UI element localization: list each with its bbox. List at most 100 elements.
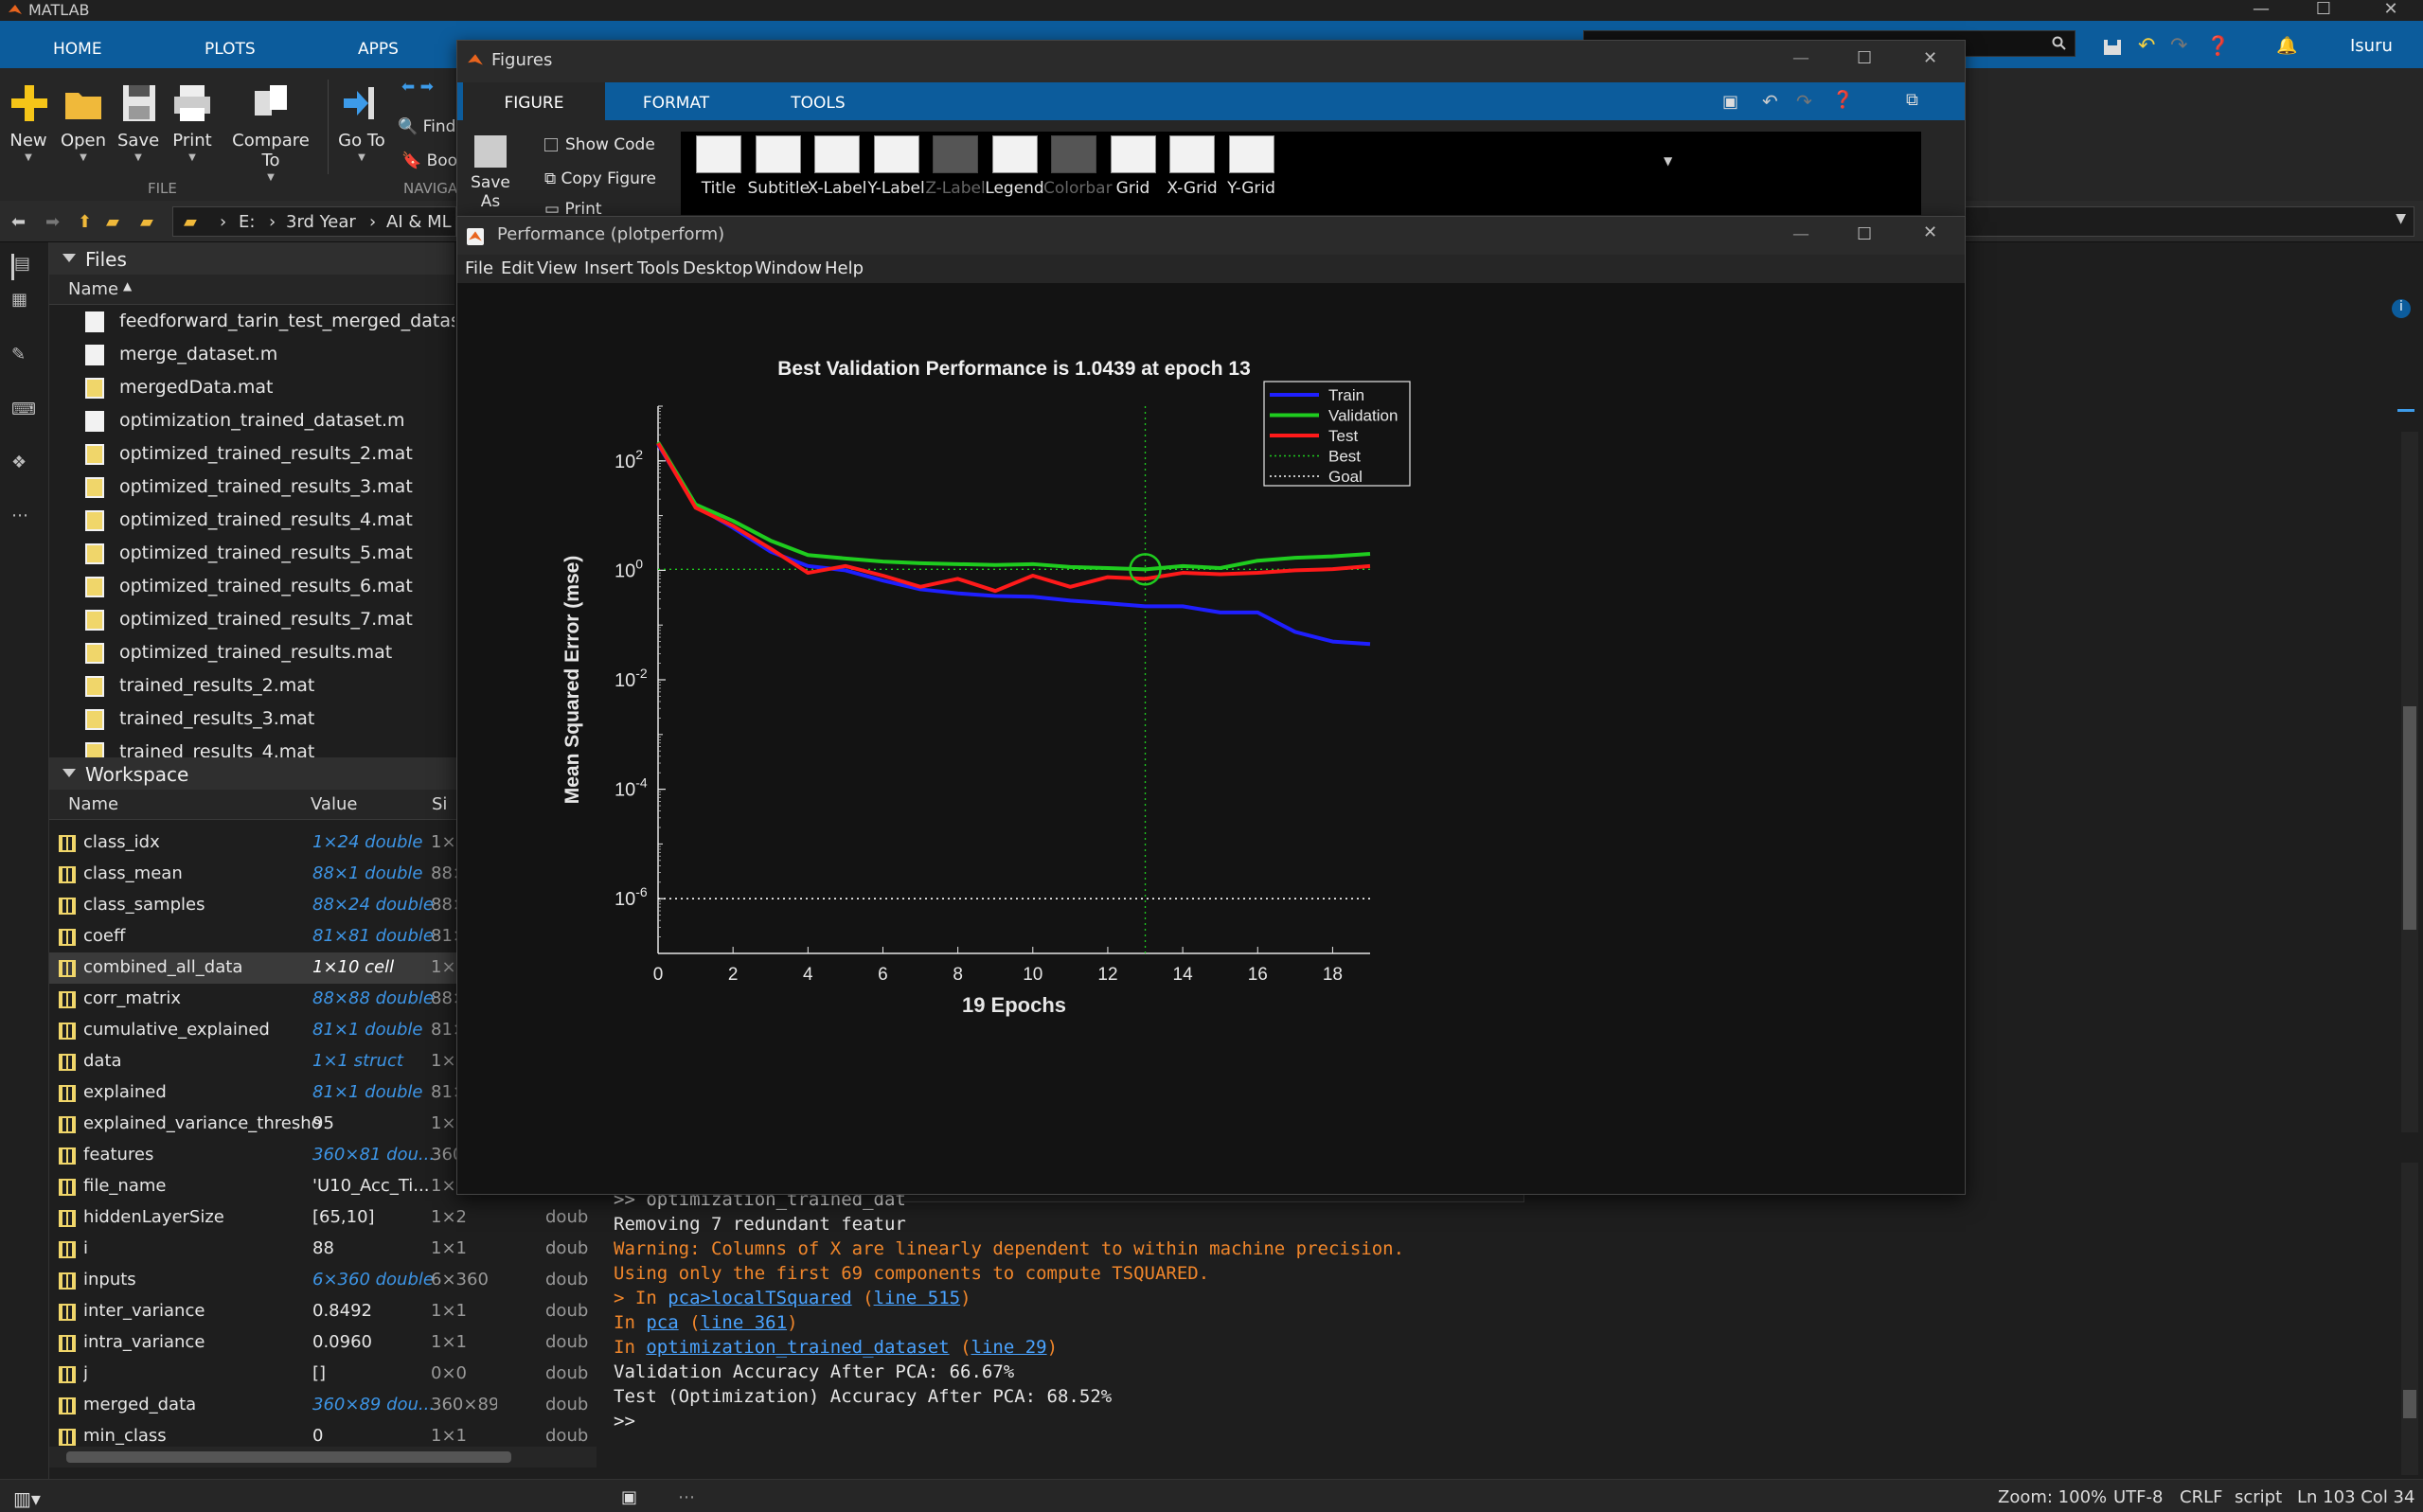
file-item[interactable]: mergedData.mat <box>49 371 454 404</box>
show-code-checkbox[interactable]: Show Code <box>544 135 655 154</box>
bookmark-button[interactable]: 🔖 Boo <box>401 151 457 170</box>
more-icon[interactable]: ⋯ <box>11 506 38 532</box>
print-figure-button[interactable]: ▭ Print <box>544 200 602 217</box>
gallery-expand-icon[interactable]: ▼ <box>1664 154 1672 168</box>
file-item[interactable]: optimized_trained_results_6.mat <box>49 570 454 603</box>
file-item[interactable]: merge_dataset.m <box>49 338 454 371</box>
files-header[interactable]: Files <box>49 242 454 275</box>
tab-figure[interactable]: FIGURE <box>463 82 605 120</box>
scrollbar-thumb[interactable] <box>66 1451 511 1463</box>
code-link[interactable]: pca>localTSquared <box>668 1288 851 1308</box>
path-dropdown[interactable]: ▼ <box>1922 206 2414 237</box>
save-quick-icon[interactable]: ▣ <box>1722 92 1738 112</box>
redo-icon[interactable]: ↷ <box>1796 90 1812 113</box>
workspace-row[interactable]: j[] 0×0 doub <box>49 1359 597 1390</box>
more-icon[interactable]: ⋯ <box>678 1487 695 1507</box>
gallery-y-grid-button[interactable]: Y-Grid <box>1221 135 1282 198</box>
save-quick-icon[interactable] <box>2102 38 2123 57</box>
goto-button[interactable]: Go To ▼ <box>337 81 386 163</box>
layout-icon[interactable]: ▥▾ <box>13 1487 41 1510</box>
menu-window[interactable]: Window <box>755 258 822 278</box>
up-folder-icon[interactable]: ⬆ <box>78 212 92 232</box>
file-item[interactable]: trained_results_2.mat <box>49 669 454 703</box>
tab-tools[interactable]: TOOLS <box>747 82 889 120</box>
minimize-icon[interactable]: — <box>1792 224 1809 244</box>
command-window[interactable]: Test (Optimization) Accurac>> optimizati… <box>597 1117 2418 1483</box>
workspace-row[interactable]: i 88 1×1 doub <box>49 1234 597 1265</box>
workspace-row[interactable]: intra_variance 0.0960 1×1 doub <box>49 1327 597 1359</box>
copy-figure-button[interactable]: ⧉ Copy Figure <box>544 169 656 188</box>
gallery-x-label-button[interactable]: X-Label <box>807 135 867 198</box>
code-link[interactable]: optimization_trained_dataset <box>646 1337 949 1358</box>
crumb-folder[interactable]: AI & ML <box>386 212 452 232</box>
redo-icon[interactable]: ↷ <box>2170 34 2187 58</box>
workspace-row[interactable]: hiddenLayerSize [65,10] 1×2 doub <box>49 1202 597 1234</box>
menu-edit[interactable]: Edit <box>501 258 534 278</box>
command-window-icon[interactable]: ⌨ <box>11 400 38 426</box>
menu-help[interactable]: Help <box>825 258 864 278</box>
files-panel-icon[interactable]: ▤ <box>11 254 38 280</box>
print-button[interactable]: Print ▼ <box>169 81 216 163</box>
file-item[interactable]: optimized_trained_results_2.mat <box>49 437 454 471</box>
back-arrow-icon[interactable]: ⬅ ➡ <box>401 78 434 97</box>
tab-home[interactable]: HOME <box>53 40 102 59</box>
undo-icon[interactable]: ↶ <box>2138 34 2155 58</box>
performance-titlebar[interactable]: Performance (plotperform) — ☐ ✕ <box>457 217 1965 255</box>
gallery-y-label-button[interactable]: Y-Label <box>866 135 927 198</box>
minimize-icon[interactable]: — <box>2242 0 2280 21</box>
performance-chart[interactable]: Best Validation Performance is 1.0439 at… <box>457 283 1965 1194</box>
column-size[interactable]: Si <box>432 794 447 814</box>
compare-button[interactable]: Compare To ▼ <box>223 81 318 183</box>
nav-back-icon[interactable]: ⬅ <box>11 212 26 232</box>
encoding[interactable]: UTF-8 <box>2113 1487 2163 1507</box>
help-icon[interactable]: ❓ <box>2206 34 2230 57</box>
menu-tools[interactable]: Tools <box>637 258 679 278</box>
file-item[interactable]: optimized_trained_results_3.mat <box>49 471 454 504</box>
line-ending[interactable]: CRLF <box>2180 1487 2222 1507</box>
code-link[interactable]: line 29 <box>971 1337 1047 1358</box>
save-as-button[interactable]: Save As <box>467 135 514 211</box>
new-button[interactable]: New ▼ <box>8 81 49 163</box>
gallery-grid-button[interactable]: Grid <box>1103 135 1164 198</box>
browse-folder-icon[interactable]: ▰ <box>140 212 153 232</box>
nav-forward-icon[interactable]: ➡ <box>45 212 60 232</box>
vertical-scrollbar[interactable] <box>2401 432 2418 1132</box>
zoom-level[interactable]: Zoom: 100% <box>1998 1487 2107 1507</box>
tab-apps[interactable]: APPS <box>358 40 399 59</box>
tab-plots[interactable]: PLOTS <box>205 40 256 59</box>
scrollbar-thumb[interactable] <box>2403 706 2416 930</box>
file-item[interactable]: optimization_trained_dataset.m <box>49 404 454 437</box>
maximize-icon[interactable]: ☐ <box>1857 48 1872 68</box>
undo-icon[interactable]: ↶ <box>1762 90 1778 113</box>
gallery-legend-button[interactable]: Legend <box>985 135 1045 198</box>
dock-icon[interactable]: ⧉ <box>1906 90 1918 110</box>
file-item[interactable]: trained_results_3.mat <box>49 703 454 736</box>
files-column-header[interactable]: Name ▲ <box>49 275 454 305</box>
scrollbar-thumb[interactable] <box>2403 1390 2416 1418</box>
file-mode[interactable]: script <box>2235 1487 2282 1507</box>
column-name[interactable]: Name <box>68 794 118 814</box>
close-icon[interactable]: ✕ <box>2372 0 2410 21</box>
close-icon[interactable]: ✕ <box>1923 48 1937 68</box>
bell-icon[interactable]: 🔔 <box>2276 36 2297 56</box>
figures-titlebar[interactable]: Figures — ☐ ✕ <box>457 41 1965 82</box>
workspace-panel-icon[interactable]: ▦ <box>11 290 38 316</box>
menu-desktop[interactable]: Desktop <box>683 258 753 278</box>
file-item[interactable]: optimized_trained_results_5.mat <box>49 537 454 570</box>
menu-view[interactable]: View <box>537 258 578 278</box>
menu-insert[interactable]: Insert <box>584 258 633 278</box>
crumb-drive[interactable]: E: <box>239 212 255 232</box>
crumb-year[interactable]: 3rd Year <box>286 212 356 232</box>
column-value[interactable]: Value <box>311 794 357 814</box>
horizontal-scrollbar[interactable] <box>49 1447 597 1468</box>
tab-format[interactable]: FORMAT <box>605 82 747 120</box>
menu-file[interactable]: File <box>465 258 493 278</box>
code-link[interactable]: line 515 <box>874 1288 961 1308</box>
help-icon[interactable]: ❓ <box>1832 90 1853 110</box>
code-link[interactable]: pca <box>646 1312 678 1333</box>
info-icon[interactable]: i <box>2392 299 2411 318</box>
workspace-row[interactable]: merged_data 360×89 dou... 360×89 doub <box>49 1390 597 1421</box>
minimize-icon[interactable]: — <box>1792 48 1809 68</box>
user-name[interactable]: Isuru <box>2350 36 2393 56</box>
workspace-row[interactable]: inputs 6×360 double 6×360 doub <box>49 1265 597 1296</box>
